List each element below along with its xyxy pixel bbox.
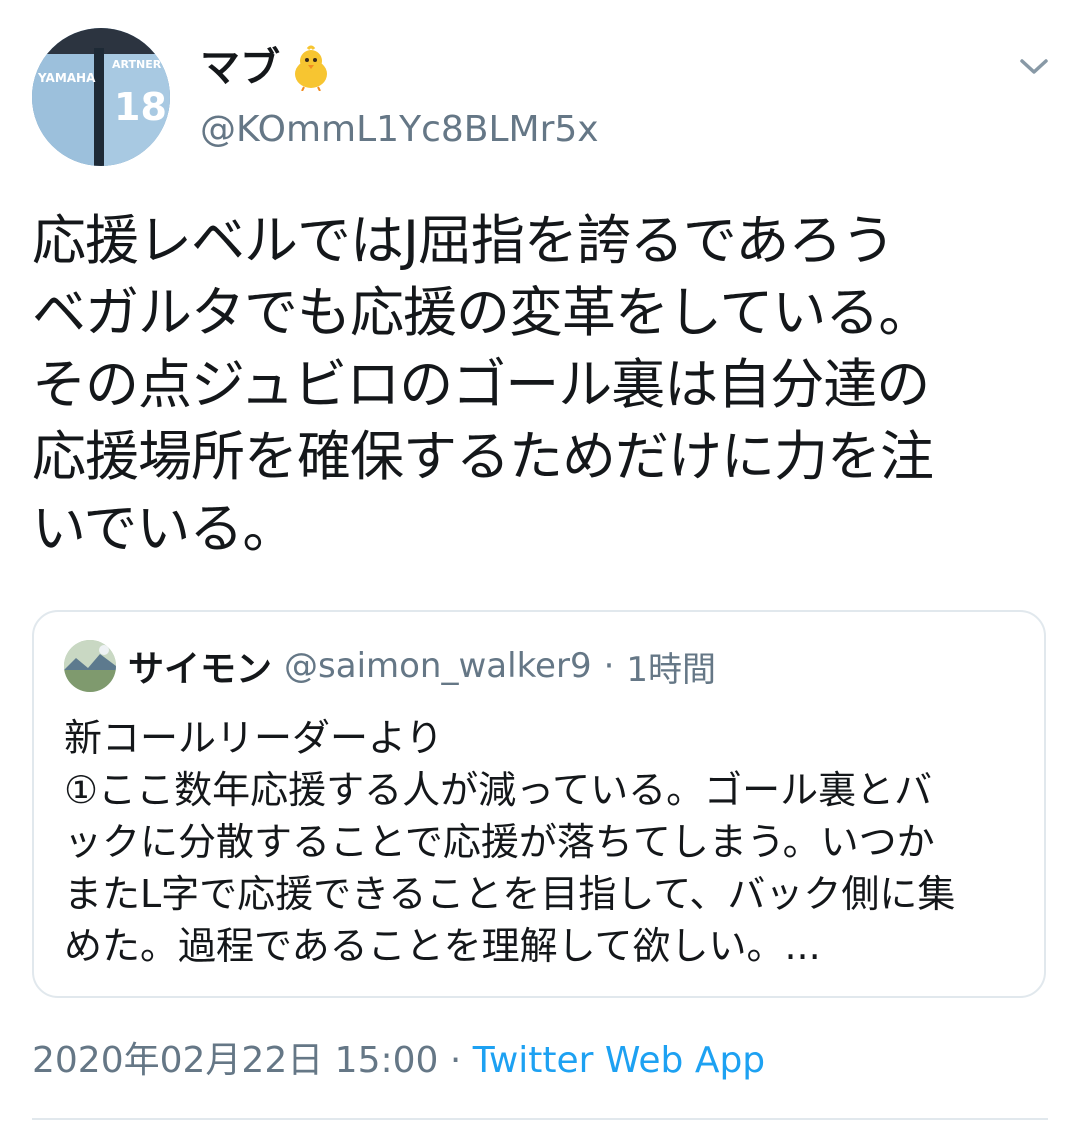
tweet-meta: 2020年02月22日 15:00 · Twitter Web App (32, 1036, 765, 1086)
avatar-jersey-right-text: ARTNER (112, 58, 162, 71)
quoted-separator: · (603, 646, 615, 686)
meta-separator: · (449, 1040, 462, 1081)
quoted-tweet-header: サイモン @saimon_walker9 · 1時間 (64, 640, 716, 692)
chevron-down-icon[interactable] (1016, 52, 1052, 82)
avatar-jersey-left-text: YAMAHA (37, 71, 96, 85)
baby-chick-icon (288, 45, 334, 92)
quoted-avatar-image (64, 640, 116, 692)
quoted-tweet-text: 新コールリーダーより ①ここ数年応援する人が減っている。ゴール裏とバ ックに分散… (64, 716, 956, 968)
author-name-row: マブ (200, 38, 334, 98)
tweet-timestamp[interactable]: 2020年02月22日 15:00 (32, 1040, 438, 1081)
author-handle[interactable]: @KOmmL1Yc8BLMr5x (200, 108, 599, 151)
quoted-author-avatar[interactable] (64, 640, 116, 692)
avatar-image: YAMAHA ARTNER 18 (32, 28, 170, 166)
quoted-author-handle[interactable]: @saimon_walker9 (284, 646, 592, 686)
divider (32, 1118, 1048, 1120)
author-avatar[interactable]: YAMAHA ARTNER 18 (32, 28, 170, 166)
avatar-jersey-number: 18 (114, 85, 167, 129)
author-display-name[interactable]: マブ (200, 48, 280, 88)
tweet-source-link[interactable]: Twitter Web App (473, 1040, 765, 1081)
quoted-author-name[interactable]: サイモン (128, 640, 272, 692)
quoted-tweet-card[interactable]: サイモン @saimon_walker9 · 1時間 新コールリーダーより ①こ… (32, 610, 1046, 998)
quoted-tweet-time[interactable]: 1時間 (626, 642, 716, 691)
tweet-text: 応援レベルではJ屈指を誇るであろう ベガルタでも応援の変革をしている。 その点ジ… (32, 209, 934, 560)
